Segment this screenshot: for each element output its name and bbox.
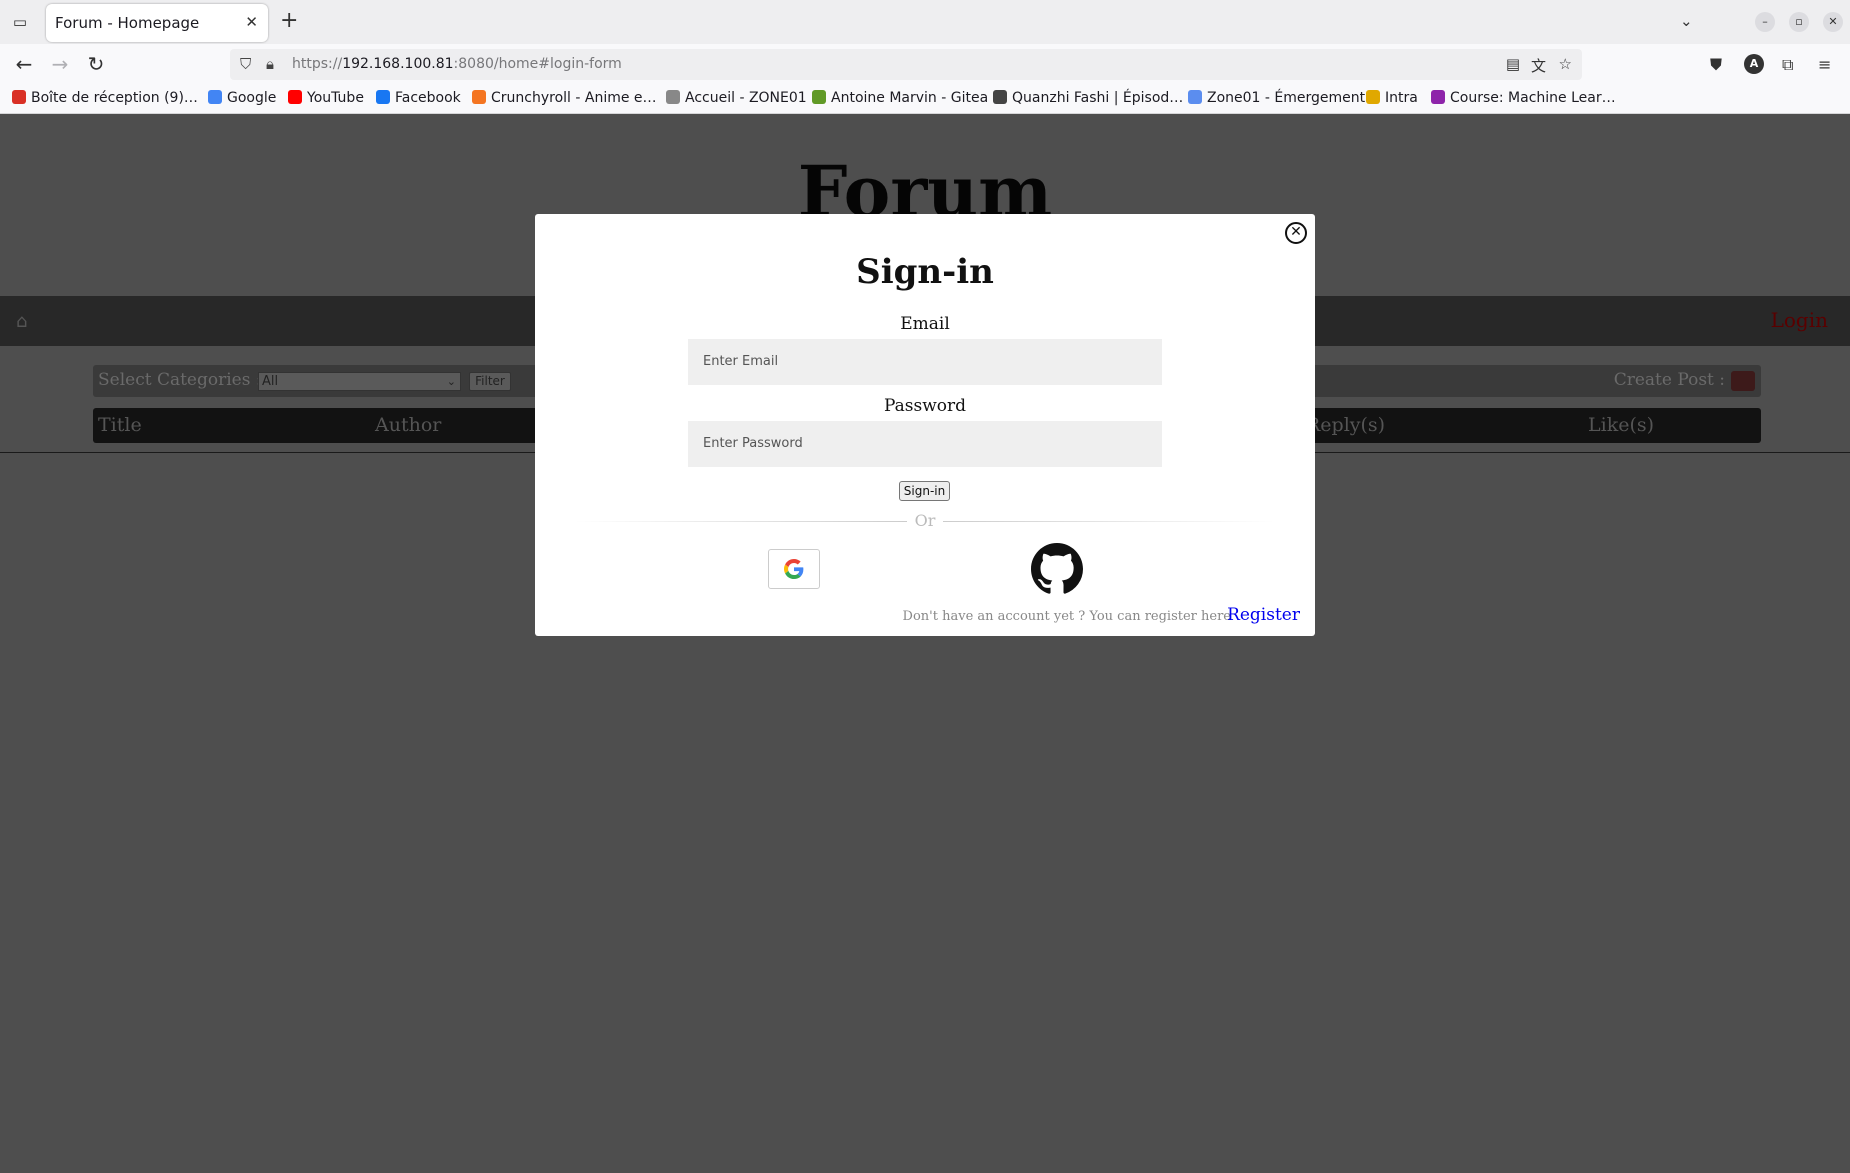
create-post-label: Create Post : [1613,370,1725,390]
minimize-icon[interactable]: – [1755,12,1775,32]
chevron-down-icon: ⌄ [446,375,456,388]
browser-tab[interactable]: Forum - Homepage ✕ [46,4,268,42]
bookmark-item[interactable]: Facebook [376,90,461,106]
address-bar[interactable]: ⛉ 🔒︎ https://192.168.100.81:8080/home#lo… [230,49,1582,80]
extensions-icon[interactable]: ⧉ [1782,55,1793,75]
google-icon [784,559,804,579]
gmail-icon [12,90,26,104]
column-likes: Like(s) [1588,414,1655,436]
lock-icon[interactable]: 🔒︎ [266,55,274,73]
bookmark-item[interactable]: Course: Machine Lear… [1431,90,1616,106]
password-field[interactable]: Enter Password [688,421,1162,467]
login-link[interactable]: Login [1771,308,1828,332]
filter-button[interactable]: Filter [469,372,511,391]
column-author: Author [375,414,442,436]
pocket-icon[interactable]: ⛊ [1710,55,1722,75]
reload-icon[interactable]: ↻ [82,50,110,78]
google-signin-button[interactable] [768,549,820,589]
bookmark-label: Crunchyroll - Anime e… [491,90,657,106]
tab-close-icon[interactable]: ✕ [245,13,258,31]
gitea-icon [812,90,826,104]
register-link[interactable]: Register [1227,605,1300,625]
bookmark-label: Course: Machine Lear… [1450,90,1616,106]
facebook-icon [376,90,390,104]
column-replies: Reply(s) [1306,414,1386,436]
github-signin-button[interactable] [1031,543,1083,595]
bookmark-item[interactable]: YouTube [288,90,364,106]
reader-view-icon[interactable]: ▤ [1506,55,1520,73]
bookmark-label: Intra [1385,90,1418,106]
crunchyroll-icon [472,90,486,104]
signin-button[interactable]: Sign-in [899,481,950,501]
translate-icon[interactable]: 文 [1531,55,1546,76]
youtube-icon [288,90,302,104]
google-icon [208,90,222,104]
bookmark-star-icon[interactable]: ☆ [1559,55,1572,73]
bookmark-label: Google [227,90,277,106]
or-divider-right [943,521,1275,522]
column-title: Title [98,414,142,436]
signin-modal: ✕ Sign-in Email Enter Email Password Ent… [535,214,1315,636]
bookmark-label: Quanzhi Fashi | Épisod… [1012,90,1184,106]
back-arrow-icon[interactable]: ← [10,50,38,78]
bookmark-item[interactable]: Zone01 - Émergement [1188,90,1365,106]
bookmark-item[interactable]: Antoine Marvin - Gitea [812,90,988,106]
tab-title: Forum - Homepage [55,14,200,32]
bookmark-label: YouTube [307,90,364,106]
email-field[interactable]: Enter Email [688,339,1162,385]
tab-overflow-chevron-icon[interactable]: ⌄ [1680,12,1693,30]
code-icon [1366,90,1380,104]
bookmark-item[interactable]: Accueil - ZONE01 [666,90,807,106]
forward-arrow-icon[interactable]: → [46,50,74,78]
globe-icon [993,90,1007,104]
github-icon [1031,543,1083,594]
zone01-icon [666,90,680,104]
register-prompt: Don't have an account yet ? You can regi… [902,609,1231,624]
tab-list-icon[interactable]: ▭ [8,10,32,34]
url-text[interactable]: https://192.168.100.81:8080/home#login-f… [292,56,622,72]
shield-icon[interactable]: ⛉ [240,55,251,73]
bookmarks-toolbar: Boîte de réception (9)… Google YouTube Face… [0,84,1850,114]
bookmark-label: Zone01 - Émergement [1207,90,1366,106]
bookmark-label: Accueil - ZONE01 [685,90,807,106]
menu-icon[interactable]: ≡ [1818,55,1831,74]
create-post-button[interactable] [1731,371,1755,391]
moodle-icon [1431,90,1445,104]
new-tab-icon[interactable]: + [280,9,298,33]
restore-icon[interactable]: ▫ [1789,12,1809,32]
bookmark-item[interactable]: Crunchyroll - Anime e… [472,90,657,106]
browser-tab-bar: ▭ Forum - Homepage ✕ + ⌄ – ▫ ✕ [0,0,1850,44]
window-close-icon[interactable]: ✕ [1823,12,1843,32]
select-categories-label: Select Categories : [98,370,262,390]
account-avatar[interactable]: A [1744,54,1764,74]
close-icon[interactable]: ✕ [1285,222,1307,244]
bookmark-item[interactable]: Google [208,90,276,106]
bookmark-item[interactable]: Intra [1366,90,1418,106]
bookmark-item[interactable]: Quanzhi Fashi | Épisod… [993,90,1183,106]
email-label: Email [900,314,950,334]
password-label: Password [883,396,967,416]
bookmark-label: Boîte de réception (9)… [31,90,198,106]
bookmark-label: Antoine Marvin - Gitea [831,90,989,106]
home-icon[interactable]: ⌂ [16,311,27,332]
browser-nav-bar: ← → ↻ ⛉ 🔒︎ https://192.168.100.81:8080/h… [0,44,1850,84]
bookmark-item[interactable]: Boîte de réception (9)… [12,90,198,106]
bookmark-label: Facebook [395,90,461,106]
category-select[interactable]: All ⌄ [258,372,461,391]
zone01-doc-icon [1188,90,1202,104]
modal-title: Sign-in [856,252,994,292]
